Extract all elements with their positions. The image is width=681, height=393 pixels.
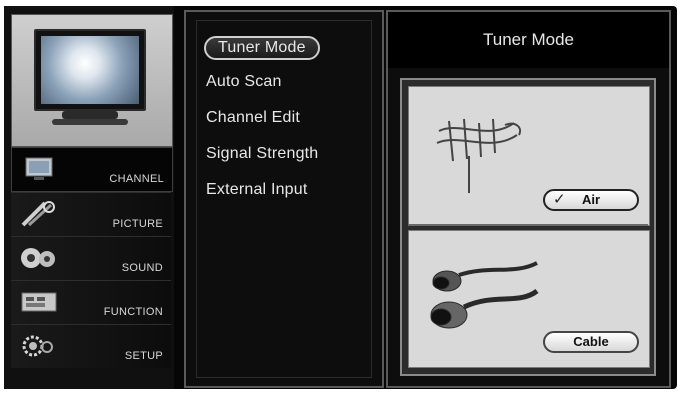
tuner-options: ✓ Air Cable (400, 78, 656, 376)
picture-icon (21, 201, 55, 227)
tv-preview (11, 14, 173, 147)
category-picture[interactable]: PICTURE (11, 192, 171, 236)
menu-item-signal-strength[interactable]: Signal Strength (206, 142, 318, 166)
tv-icon (34, 29, 146, 111)
category-label: PICTURE (112, 218, 163, 230)
option-cable[interactable]: Cable (408, 230, 650, 368)
function-icon (21, 292, 57, 312)
antenna-icon (436, 118, 521, 193)
category-sound[interactable]: SOUND (11, 236, 171, 280)
air-button[interactable]: ✓ Air (543, 189, 639, 211)
category-label: FUNCTION (103, 306, 163, 318)
option-air[interactable]: ✓ Air (408, 86, 650, 226)
category-label: CHANNEL (109, 173, 164, 185)
category-setup[interactable]: SETUP (11, 324, 171, 368)
menu-item-tuner-mode[interactable]: Tuner Mode (204, 36, 320, 60)
check-icon: ✓ (553, 191, 566, 208)
category-sidebar: CHANNEL PICTURE SOUND FUNCTION SETUP (4, 6, 174, 389)
cable-label: Cable (573, 334, 609, 349)
category-channel[interactable]: CHANNEL (11, 147, 173, 192)
tuner-mode-panel: Tuner Mode ✓ Air Cable (386, 10, 671, 388)
menu-item-external-input[interactable]: External Input (206, 178, 308, 202)
channel-icon (25, 157, 53, 180)
cable-connector-icon (430, 261, 539, 329)
menu-item-channel-edit[interactable]: Channel Edit (206, 106, 300, 130)
sound-icon (21, 248, 55, 268)
menu-item-auto-scan[interactable]: Auto Scan (206, 70, 282, 94)
category-label: SOUND (121, 262, 163, 274)
channel-submenu: Tuner Mode Auto Scan Channel Edit Signal… (184, 10, 384, 388)
category-label: SETUP (124, 350, 163, 362)
category-function[interactable]: FUNCTION (11, 280, 171, 324)
options-divider (408, 224, 648, 226)
air-label: Air (581, 192, 601, 207)
panel-title: Tuner Mode (388, 12, 669, 68)
cable-button[interactable]: Cable (543, 331, 639, 353)
setup-icon (22, 335, 53, 357)
